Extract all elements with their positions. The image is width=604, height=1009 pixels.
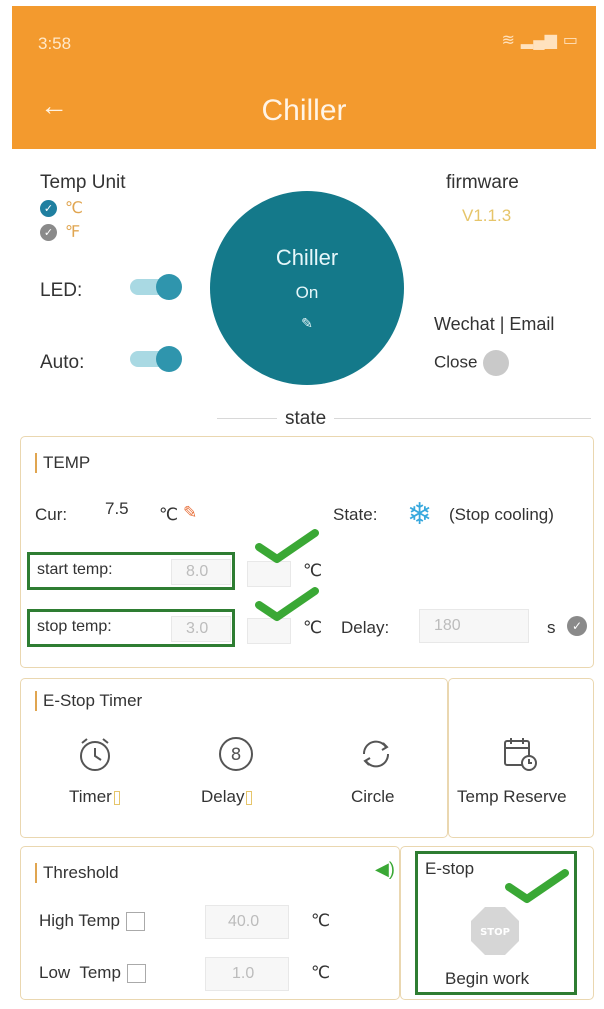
notify-toggle[interactable] [483,350,510,376]
stop-sign-button[interactable]: STOP [469,905,521,957]
unit-fahrenheit-label: ℉ [65,224,81,241]
app-header: 3:58 ≋ ▂▄▆ ▭ ← Chiller [12,6,596,149]
low-temp-row: Low Temp [39,963,146,984]
high-temp-checkbox[interactable] [125,912,145,932]
estop-timer-card: E-Stop Timer Timer 8 Delay Circle [20,678,448,838]
firmware-label: firmware [446,172,519,193]
calendar-clock-icon [504,738,537,771]
cur-value: 7.5 [105,499,129,518]
delay-input[interactable]: 180 [419,609,529,643]
alarm-clock-icon [80,738,110,771]
low-temp-checkbox[interactable] [126,964,146,984]
temp-unit-label: Temp Unit [40,172,126,193]
temp-card: TEMP Cur: 7.5 ℃ ✎ State: ❄ (Stop cooling… [20,436,594,668]
begin-work-label[interactable]: Begin work [445,969,529,989]
cur-unit: ℃ [159,505,179,524]
state-divider [217,418,591,419]
unit-celsius-option[interactable]: ✓ ℃ [40,198,83,218]
estop-card: E-stop STOP Begin work [400,846,594,1000]
low-temp-input[interactable]: 1.0 [205,957,289,991]
check-mark-icon [255,587,319,621]
auto-label: Auto: [40,352,85,373]
temp-reserve-label: Temp Reserve [457,787,567,806]
speaker-icon[interactable]: ◀) [375,859,395,880]
radio-checked-icon: ✓ [40,223,57,241]
stop-sign-text: STOP [480,927,510,938]
high-temp-input[interactable]: 40.0 [205,905,289,939]
signal-icon: ▂▄▆ [520,32,557,49]
close-label: Close [434,352,478,372]
start-temp-input[interactable]: 8.0 [171,559,231,585]
radio-checked-icon: ✓ [40,199,57,217]
delay-unit: s [547,618,556,637]
start-temp-label: start temp: [37,561,113,578]
circle-state: On [295,283,319,302]
temp-card-title: TEMP [35,453,90,473]
temp-reserve-card[interactable]: Temp Reserve [448,678,594,838]
state-label: state [277,408,335,430]
state-value: (Stop cooling) [449,505,554,524]
circle-title: Chiller [275,245,339,270]
battery-icon: ▭ [562,32,578,49]
timer-indicator [113,790,120,805]
estop-timer-title: E-Stop Timer [35,691,142,711]
led-toggle[interactable] [130,274,182,300]
delay-label: Delay: [341,618,390,637]
auto-toggle[interactable] [130,346,182,372]
wifi-icon: ≋ [501,32,515,49]
cur-label: Cur: [35,505,68,524]
check-mark-icon [255,529,319,563]
snowflake-icon: ❄ [407,498,433,531]
check-mark-icon [505,869,569,903]
state-label: State: [333,505,378,524]
low-temp-label: Low Temp [39,963,121,982]
high-temp-row: High Temp [39,911,145,932]
app-frame: 3:58 ≋ ▂▄▆ ▭ ← Chiller Temp Unit ✓ ℃ ✓ ℉… [12,6,596,1004]
high-temp-unit: ℃ [311,911,331,930]
unit-celsius-label: ℃ [65,200,83,217]
threshold-title: Threshold [35,863,119,883]
page-title: Chiller [261,94,347,127]
delay-confirm-icon[interactable]: ✓ [567,616,587,636]
timer-label: Timer [69,787,112,806]
high-temp-label: High Temp [39,911,120,930]
status-icons: ≋ ▂▄▆ ▭ [502,30,578,50]
notify-close-row[interactable]: Close [434,350,510,376]
svg-text:8: 8 [231,745,242,765]
circle-label: Circle [351,787,395,806]
stop-temp-input[interactable]: 3.0 [171,616,231,642]
edit-icon: ✎ [301,315,313,331]
firmware-version: V1.1.3 [462,206,512,225]
refresh-cycle-icon [362,740,390,768]
led-label: LED: [40,280,83,301]
low-temp-unit: ℃ [311,963,331,982]
chiller-power-button[interactable]: Chiller On ✎ [210,191,404,385]
delay-8-icon: 8 [219,737,253,771]
delay-item-label: Delay [201,787,245,806]
unit-fahrenheit-option[interactable]: ✓ ℉ [40,222,80,242]
edit-pencil-icon[interactable]: ✎ [183,503,197,523]
estop-title: E-stop [425,859,475,878]
wechat-email-label[interactable]: Wechat | Email [434,314,554,335]
status-time: 3:58 [38,34,72,53]
delay-indicator [246,790,253,805]
stop-temp-label: stop temp: [37,618,112,635]
threshold-card: Threshold ◀) High Temp 40.0 ℃ Low Temp 1… [20,846,400,1000]
